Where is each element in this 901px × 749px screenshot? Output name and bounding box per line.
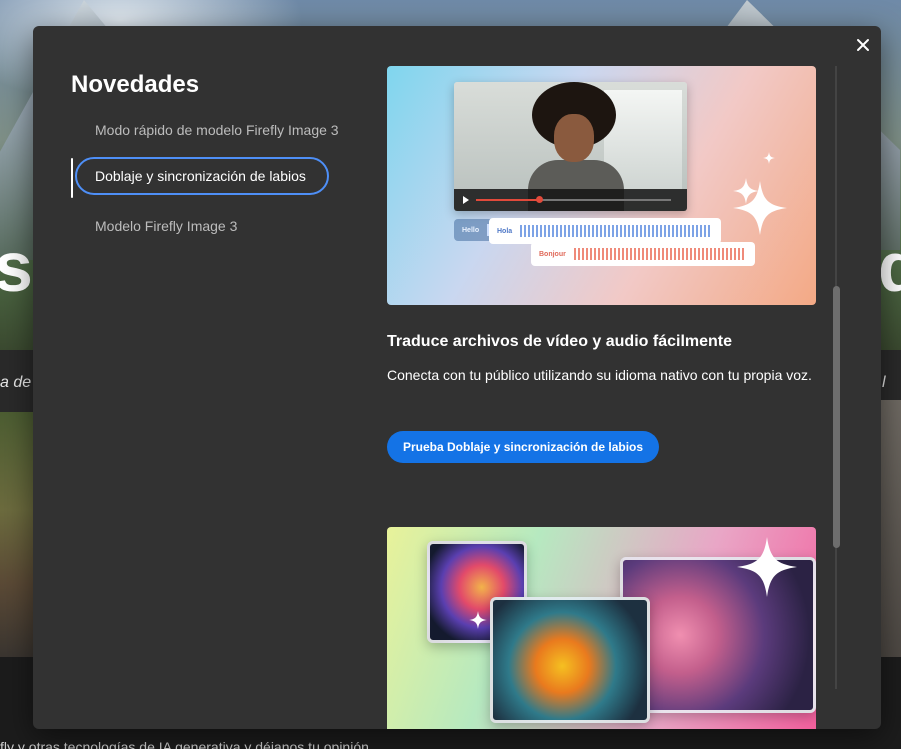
firefly-image-3-illustration [387, 527, 816, 729]
nav-item-label: Modelo Firefly Image 3 [95, 218, 238, 234]
dialog-title: Novedades [71, 71, 200, 98]
whats-new-dialog: Novedades Modo rápido de modelo Firefly … [33, 26, 881, 729]
sparkle-icon [469, 611, 487, 629]
background-footer-text: fly y otras tecnologías de IA generativa… [0, 739, 369, 749]
nav-item-fast-mode[interactable]: Modo rápido de modelo Firefly Image 3 [71, 110, 351, 150]
feature-title: Traduce archivos de vídeo y audio fácilm… [387, 333, 733, 350]
background-line-right: l [882, 374, 886, 391]
feature-content: Hello Hola Bonjour Traduce archivos de v… [387, 66, 817, 729]
close-button[interactable] [852, 34, 874, 56]
sparkle-icon [763, 152, 775, 164]
video-person-face [554, 114, 594, 162]
video-controls [454, 189, 687, 211]
background-line-left: a de [0, 374, 32, 391]
nav-item-dubbing[interactable]: Doblaje y sincronización de labios [71, 157, 351, 198]
video-knob [536, 196, 543, 203]
close-icon [857, 39, 869, 51]
waveform [573, 248, 745, 260]
frog-image-card [490, 597, 650, 723]
sparkle-icon [737, 537, 797, 597]
audio-strip-label: Bonjour [539, 250, 566, 258]
play-icon [463, 196, 469, 204]
audio-strip-french: Bonjour [531, 242, 755, 266]
nav-item-label: Modo rápido de modelo Firefly Image 3 [95, 122, 339, 138]
background-headline-right: d [878, 228, 901, 306]
audio-strip-label: Hola [497, 227, 513, 235]
audio-strip-label: Hello [462, 226, 480, 234]
whats-new-nav: Modo rápido de modelo Firefly Image 3 Do… [71, 110, 351, 254]
nav-item-label: Doblaje y sincronización de labios [75, 157, 329, 195]
sparkle-icon [733, 178, 759, 204]
audio-strip-spanish: Hola [489, 218, 721, 244]
feature-description: Conecta con tu público utilizando su idi… [387, 367, 812, 383]
content-scrollbar[interactable] [830, 66, 842, 689]
scrollbar-thumb[interactable] [833, 286, 840, 548]
nav-item-image-3-model[interactable]: Modelo Firefly Image 3 [71, 206, 351, 246]
video-progress [476, 199, 538, 201]
video-preview [454, 82, 687, 211]
dubbing-illustration: Hello Hola Bonjour [387, 66, 816, 305]
try-dubbing-button[interactable]: Prueba Doblaje y sincronización de labio… [387, 431, 660, 463]
active-indicator [71, 158, 73, 198]
waveform [520, 225, 711, 237]
